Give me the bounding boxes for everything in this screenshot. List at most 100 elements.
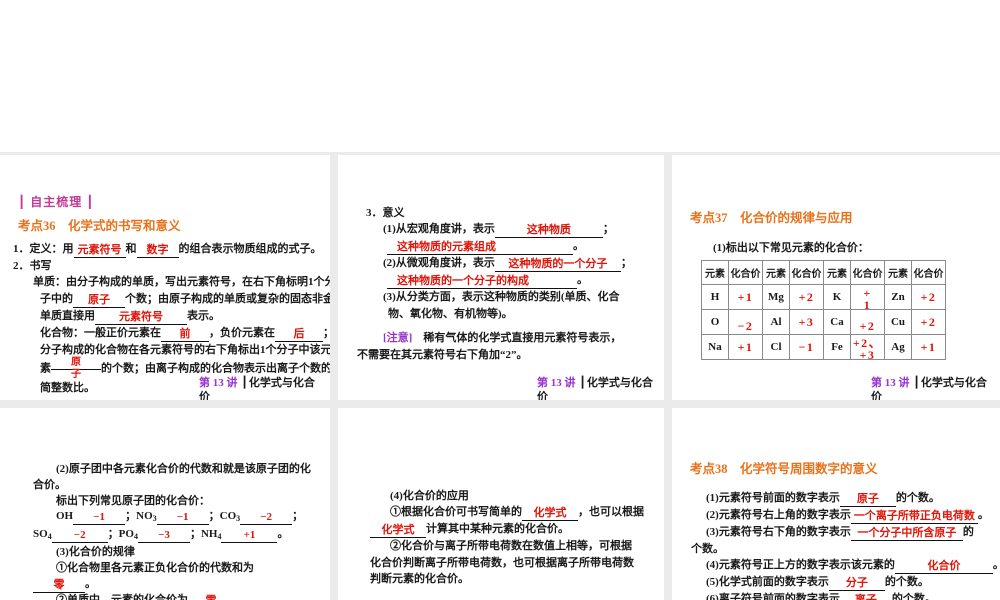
text-line: (1)元素符号前面的数字表示 原子 的个数。 <box>706 490 1000 507</box>
text-run: 和 <box>125 243 137 255</box>
text-line: (3)化合价的规律 <box>56 545 330 561</box>
lecture-number: 第 13 讲 <box>199 377 238 389</box>
text-run: ；NH <box>189 528 218 541</box>
fill-in-blank: 这种物质 <box>494 224 603 239</box>
valence-cell: +1 <box>911 334 946 360</box>
text-run: ；PO <box>107 528 134 541</box>
slide-body: (2)原子团中各元素化合价的代数和就是该原子团的化 合价。 标出下列常见原子团的化合… <box>0 462 330 600</box>
slide-thumbnail-4[interactable]: (2)原子团中各元素化合价的代数和就是该原子团的化 合价。 标出下列常见原子团的化合… <box>0 408 330 600</box>
text-line: (4)元素符号正上方的数字表示该元素的化合价。 <box>706 557 1000 575</box>
fill-in-blank: 零 <box>188 595 234 600</box>
table-row: Na +1 Cl −1 Fe +2、 +3 Ag +1 <box>701 334 946 361</box>
text-line: 1．定义：用 元素符号和数字 的组合表示物质组成的式子。 <box>13 241 330 258</box>
fill-in-blank: 一个离子所带正负电荷数 <box>850 510 978 524</box>
text-run: 的个数。 <box>895 492 940 504</box>
fill-in-blank: 元素符号 <box>95 311 187 325</box>
text-run: 单质直接用 <box>40 309 95 322</box>
slide-body: 3．意义 (1)从宏观角度讲，表示 这种物质；这种物质的元素组成。 (2)从微观角度讲… <box>338 205 664 363</box>
fill-in-blank: −1 <box>73 511 126 526</box>
table-header-cell: 化合价 <box>850 260 885 285</box>
topic37-heading: 考点37 化合价的规律与应用 <box>690 211 853 225</box>
slide-sorter-view: ┃ 自主梳理 ┃ 考点36 化学式的书写和意义 1．定义：用 元素符号和数字 的组合… <box>0 0 1000 600</box>
text-line: 零。 <box>33 577 330 593</box>
text-line: 标出下列常见原子团的化合价： <box>56 494 330 510</box>
table-header-cell: 元素 <box>884 260 912 285</box>
fill-in-blank: 前 <box>161 328 209 342</box>
text-run: (4)化合价的应用 <box>390 490 469 502</box>
text-line: OH −1 ；NO3 −1 ；CO3 −2； <box>56 509 330 527</box>
table-row: O −2 Al +3 Ca +2 Cu +2 <box>701 309 946 335</box>
element-cell: Cl <box>762 334 790 360</box>
text-run: 。 <box>573 240 584 253</box>
section-tag: ┃ 自主梳理 ┃ <box>18 195 95 209</box>
slide-footer: 第 13 讲 ┃化学式与化合价 <box>537 376 657 400</box>
slide-body: (1)元素符号前面的数字表示 原子 的个数。 (2)元素符号右上角的数字表示 一个离子所… <box>672 490 1000 600</box>
text-line: (5)化学式前面的数字表示 分子 的个数。 <box>706 574 1000 592</box>
text-run: (2)从微观角度讲，表示 <box>383 257 495 270</box>
table-header-cell: 化合价 <box>911 260 946 285</box>
text-line: (2)从微观角度讲，表示 这种物质的一个分子； <box>383 255 664 273</box>
text-line: ②化合价与离子所带电荷数在数值上相等，可根据 <box>390 538 664 554</box>
valence-cell: +2 <box>911 284 946 310</box>
valence-cell: +2 <box>789 284 824 310</box>
text-line: (3)元素符号右下角的数字表示 一个分子中所含原子的 <box>706 524 1000 541</box>
text-line: 3．意义 <box>366 205 664 221</box>
text-line: 不需要在其元素符号右下角加“2”。 <box>357 347 664 363</box>
valence-cell: −1 <box>789 334 824 360</box>
text-line: 这种物质的元素组成。 <box>387 238 664 256</box>
slide-thumbnail-6[interactable]: 考点38 化学符号周围数字的意义 (1)元素符号前面的数字表示 原子 的个数。 (2)… <box>672 408 1000 600</box>
valence-table-intro: (1)标出以下常见元素的化合价： <box>713 242 869 254</box>
valence-cell: +1 <box>728 284 763 310</box>
slide-thumbnail-2[interactable]: 3．意义 (1)从宏观角度讲，表示 这种物质；这种物质的元素组成。 (2)从微观角度讲… <box>338 155 664 400</box>
text-run: ，也可以根据 <box>578 506 644 519</box>
element-cell: Al <box>762 309 790 335</box>
text-run: 3．意义 <box>366 207 405 219</box>
topic38-heading: 考点38 化学符号周围数字的意义 <box>690 462 878 476</box>
text-run: ；CO <box>208 510 237 523</box>
text-run: 化合价判断离子所带电荷数，也可根据离子所带电荷数 <box>370 556 634 569</box>
slide-thumbnail-1[interactable]: ┃ 自主梳理 ┃ 考点36 化学式的书写和意义 1．定义：用 元素符号和数字 的组合… <box>0 155 330 400</box>
text-run: 不需要在其元素符号右下角加“2”。 <box>357 348 528 361</box>
text-line: 分子构成的化合物在各元素符号的右下角标出1个分子中该元 <box>40 342 330 358</box>
text-line: ①根据化合价可书写简单的 化学式 ，也可以根据 <box>390 504 664 522</box>
table-row: H +1 Mg +2 K + 1 Zn +2 <box>701 284 946 311</box>
text-run: 计算其中某种元素的化合价。 <box>426 523 569 536</box>
text-run: 物、氧化物、有机物等)。 <box>388 307 513 320</box>
text-run: 化合物：一般正价元素在 <box>40 326 161 339</box>
slide-thumbnail-3[interactable]: 考点37 化合价的规律与应用 (1)标出以下常见元素的化合价： 元素 化合价 元素化… <box>672 155 1000 400</box>
text-line: (6)离子符号前面的数字表示离子的个数。 <box>706 591 1000 600</box>
text-run: 的 <box>962 526 974 538</box>
text-run: ②单质中，元素的化合价为 <box>56 593 188 600</box>
fill-in-blank: 化学式 <box>522 507 578 522</box>
text-run: (3)元素符号右下角的数字表示 <box>706 526 851 538</box>
fill-in-blank: 原子 <box>73 294 125 308</box>
text-run: 。 <box>577 274 588 287</box>
text-run: 。 <box>977 509 989 521</box>
fill-in-blank: −2 <box>51 529 108 544</box>
text-line: (4)化合价的应用 <box>390 488 664 504</box>
text-line: ①化合物里各元素正负化合价的代数和为 <box>56 561 330 577</box>
fill-in-blank: −1 <box>156 511 209 526</box>
slide-footer: 第 13 讲 ┃化学式与化合价 <box>199 376 319 400</box>
element-cell: Ca <box>823 309 851 335</box>
footer-divider-icon: ┃ <box>241 377 248 389</box>
fill-in-blank: 原子 <box>839 493 896 507</box>
valence-cell: + 1 <box>850 284 885 311</box>
table-header-cell: 元素 <box>762 260 790 285</box>
text-run: (3)从分类方面，表示这种物质的类别(单质、化合 <box>383 291 620 304</box>
fill-in-blank: 元素符号 <box>73 244 126 258</box>
text-run: 单质：由分子构成的单质，写出元素符号，在右下角标明1个分 <box>33 276 330 289</box>
text-run: 表示。 <box>187 309 220 322</box>
fill-in-blank: 一个分子中所含原子 <box>850 527 963 541</box>
slide-thumbnail-5[interactable]: (4)化合价的应用 ①根据化合价可书写简单的 化学式 ，也可以根据 化学式 计算其中某种元… <box>338 408 664 600</box>
fill-in-blank: 化学式 <box>370 524 426 539</box>
element-cell: O <box>701 309 729 335</box>
element-cell: Fe <box>823 334 851 360</box>
fill-in-blank: −3 <box>137 529 190 544</box>
fill-in-blank: 这种物质的元素组成 <box>387 241 573 256</box>
valence-cell: +2 <box>850 309 885 335</box>
text-run: (6)离子符号前面的数字表示 <box>706 593 840 600</box>
note-label: [注意] <box>383 332 413 345</box>
text-run: 素 <box>40 362 51 375</box>
lecture-number: 第 13 讲 <box>537 377 576 389</box>
